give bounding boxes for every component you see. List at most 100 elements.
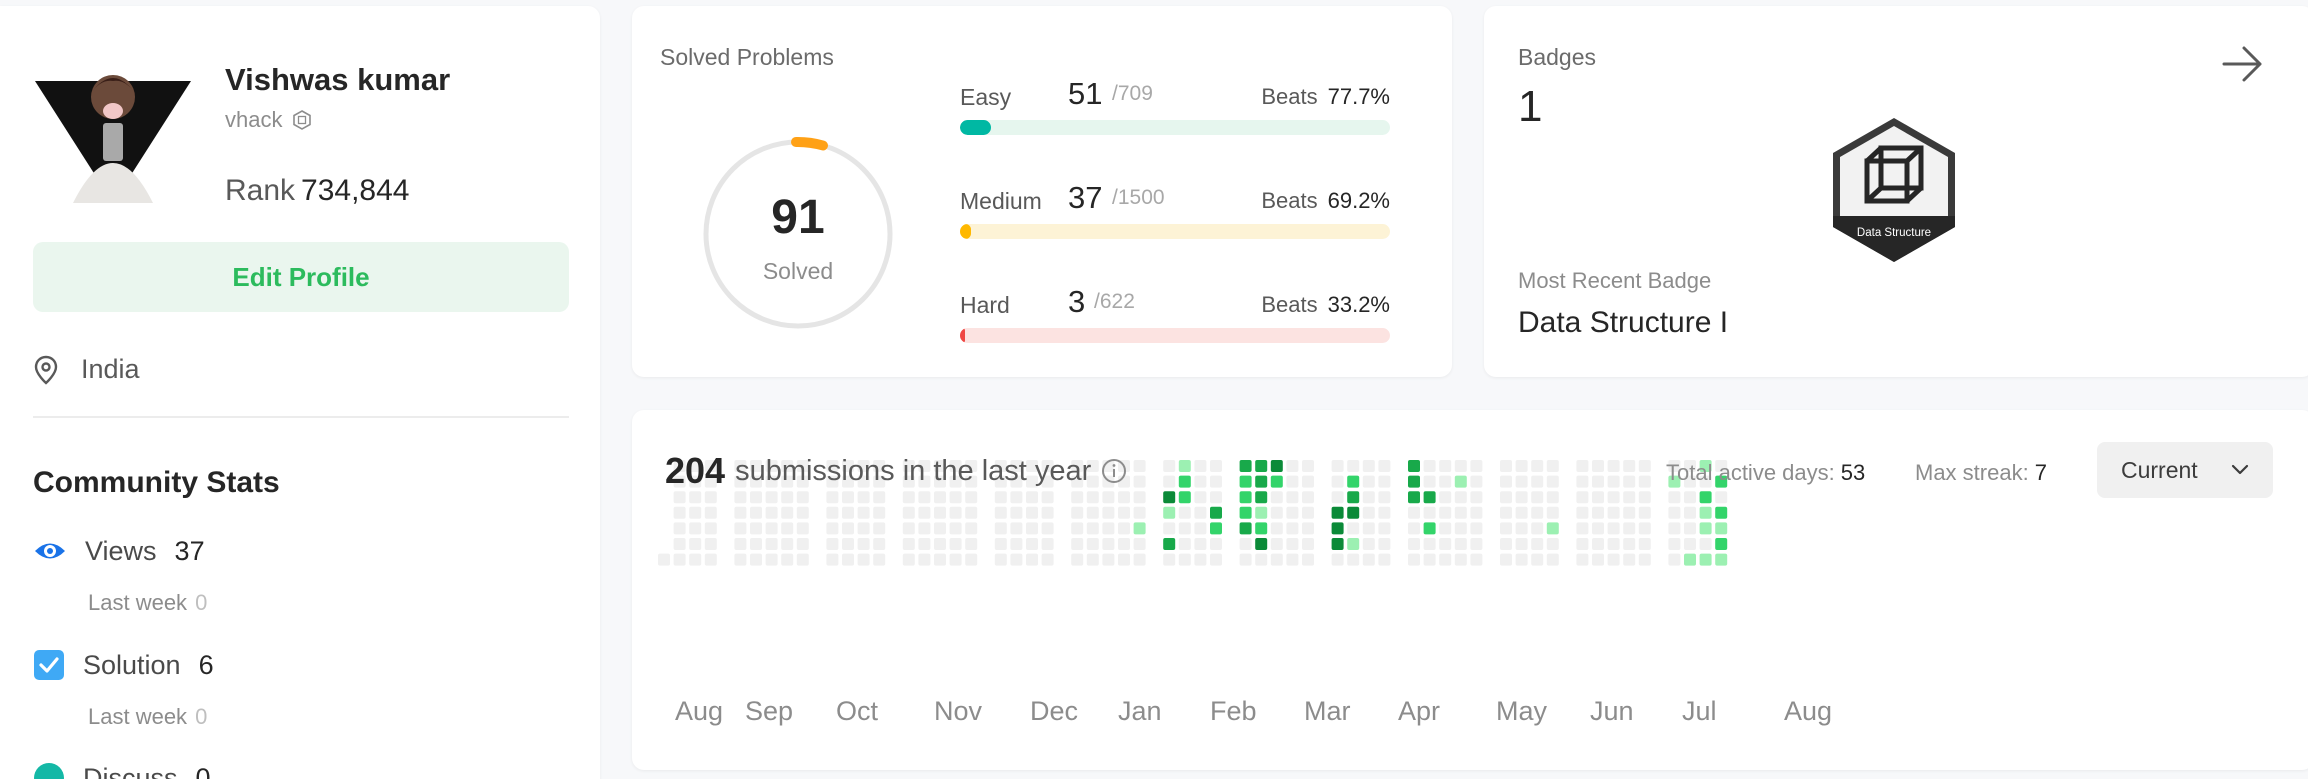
heatmap-cell[interactable] [1118, 538, 1130, 550]
heatmap-cell[interactable] [1086, 538, 1099, 550]
heatmap-cell[interactable] [1668, 522, 1681, 535]
heatmap-cell[interactable] [1331, 506, 1344, 519]
heatmap-cell[interactable] [1041, 506, 1054, 519]
heatmap-cell[interactable] [842, 553, 854, 566]
heatmap-cell[interactable] [1423, 538, 1436, 550]
heatmap-cell[interactable] [1607, 460, 1620, 472]
heatmap-cell[interactable] [1010, 553, 1023, 566]
heatmap-cell[interactable] [1302, 553, 1314, 566]
heatmap-cell[interactable] [1699, 506, 1712, 519]
heatmap-cell[interactable] [934, 491, 946, 504]
heatmap-cell[interactable] [918, 522, 931, 535]
heatmap-cell[interactable] [1576, 475, 1589, 488]
heatmap-cell[interactable] [1118, 553, 1130, 566]
heatmap-cell[interactable] [1239, 522, 1252, 535]
heatmap-cell[interactable] [1270, 538, 1283, 550]
heatmap-cell[interactable] [1286, 491, 1299, 504]
heatmap-cell[interactable] [1239, 491, 1252, 504]
heatmap-cell[interactable] [1133, 538, 1146, 550]
heatmap-cell[interactable] [734, 506, 747, 519]
heatmap-cell[interactable] [1347, 553, 1360, 566]
heatmap-cell[interactable] [1531, 553, 1544, 566]
heatmap-cell[interactable] [1623, 475, 1636, 488]
heatmap-cell[interactable] [902, 491, 915, 504]
heatmap-cell[interactable] [1178, 506, 1191, 519]
heatmap-cell[interactable] [1194, 538, 1207, 550]
heatmap-cell[interactable] [1546, 491, 1559, 504]
heatmap-cell[interactable] [902, 506, 915, 519]
heatmap-cell[interactable] [1439, 538, 1452, 550]
heatmap-cell[interactable] [1010, 491, 1023, 504]
heatmap-cell[interactable] [1546, 522, 1559, 535]
heatmap-cell[interactable] [781, 491, 794, 504]
heatmap-cell[interactable] [826, 491, 839, 504]
heatmap-cell[interactable] [1699, 538, 1712, 550]
heatmap-cell[interactable] [1133, 506, 1146, 519]
heatmap-cell[interactable] [1454, 538, 1467, 550]
heatmap-cell[interactable] [1210, 475, 1222, 488]
heatmap-cell[interactable] [734, 553, 747, 566]
heatmap-cell[interactable] [842, 491, 854, 504]
heatmap-cell[interactable] [1684, 506, 1696, 519]
heatmap-cell[interactable] [1623, 538, 1636, 550]
heatmap-cell[interactable] [1699, 522, 1712, 535]
heatmap-cell[interactable] [902, 553, 915, 566]
heatmap-cell[interactable] [918, 491, 931, 504]
heatmap-cell[interactable] [857, 506, 870, 519]
heatmap-cell[interactable] [1210, 522, 1222, 535]
heatmap-cell[interactable] [1531, 522, 1544, 535]
heatmap-cell[interactable] [873, 506, 886, 519]
heatmap-cell[interactable] [1118, 491, 1130, 504]
heatmap-cell[interactable] [1454, 522, 1467, 535]
heatmap-cell[interactable] [1347, 460, 1360, 472]
heatmap-cell[interactable] [1684, 553, 1696, 566]
heatmap-cell[interactable] [1638, 475, 1651, 488]
heatmap-cell[interactable] [1102, 506, 1115, 519]
heatmap-cell[interactable] [1133, 460, 1146, 472]
heatmap-cell[interactable] [1684, 491, 1696, 504]
heatmap-cell[interactable] [1515, 553, 1528, 566]
heatmap-cell[interactable] [1302, 460, 1314, 472]
heatmap-cell[interactable] [965, 506, 978, 519]
heatmap-cell[interactable] [1362, 475, 1375, 488]
heatmap-cell[interactable] [1010, 506, 1023, 519]
heatmap-cell[interactable] [689, 522, 702, 535]
heatmap-cell[interactable] [1668, 553, 1681, 566]
heatmap-cell[interactable] [1592, 522, 1604, 535]
heatmap-cell[interactable] [1086, 491, 1099, 504]
heatmap-cell[interactable] [1668, 538, 1681, 550]
heatmap-cell[interactable] [1546, 460, 1559, 472]
heatmap-cell[interactable] [1607, 475, 1620, 488]
heatmap-cell[interactable] [734, 522, 747, 535]
heatmap-cell[interactable] [1423, 491, 1436, 504]
heatmap-cell[interactable] [1470, 475, 1483, 488]
heatmap-cell[interactable] [796, 538, 809, 550]
heatmap-cell[interactable] [965, 538, 978, 550]
heatmap-cell[interactable] [918, 553, 931, 566]
heatmap-cell[interactable] [1163, 506, 1176, 519]
heatmap-cell[interactable] [781, 538, 794, 550]
heatmap-cell[interactable] [1255, 475, 1268, 488]
heatmap-cell[interactable] [1194, 475, 1207, 488]
heatmap-cell[interactable] [1026, 538, 1038, 550]
heatmap-cell[interactable] [1668, 491, 1681, 504]
heatmap-cell[interactable] [1286, 475, 1299, 488]
heatmap-cell[interactable] [1423, 460, 1436, 472]
heatmap-cell[interactable] [1576, 553, 1589, 566]
heatmap-cell[interactable] [1439, 491, 1452, 504]
heatmap-cell[interactable] [1638, 522, 1651, 535]
heatmap-cell[interactable] [1378, 506, 1391, 519]
heatmap-cell[interactable] [949, 506, 962, 519]
heatmap-cell[interactable] [1515, 522, 1528, 535]
heatmap-cell[interactable] [1331, 475, 1344, 488]
heatmap-cell[interactable] [1163, 491, 1176, 504]
heatmap-cell[interactable] [1454, 475, 1467, 488]
heatmap-cell[interactable] [1576, 538, 1589, 550]
heatmap-cell[interactable] [1546, 506, 1559, 519]
heatmap-cell[interactable] [934, 522, 946, 535]
heatmap-cell[interactable] [1531, 460, 1544, 472]
arrow-right-icon[interactable] [2220, 42, 2264, 86]
heatmap-cell[interactable] [1668, 506, 1681, 519]
heatmap-cell[interactable] [1699, 553, 1712, 566]
heatmap-cell[interactable] [1270, 460, 1283, 472]
